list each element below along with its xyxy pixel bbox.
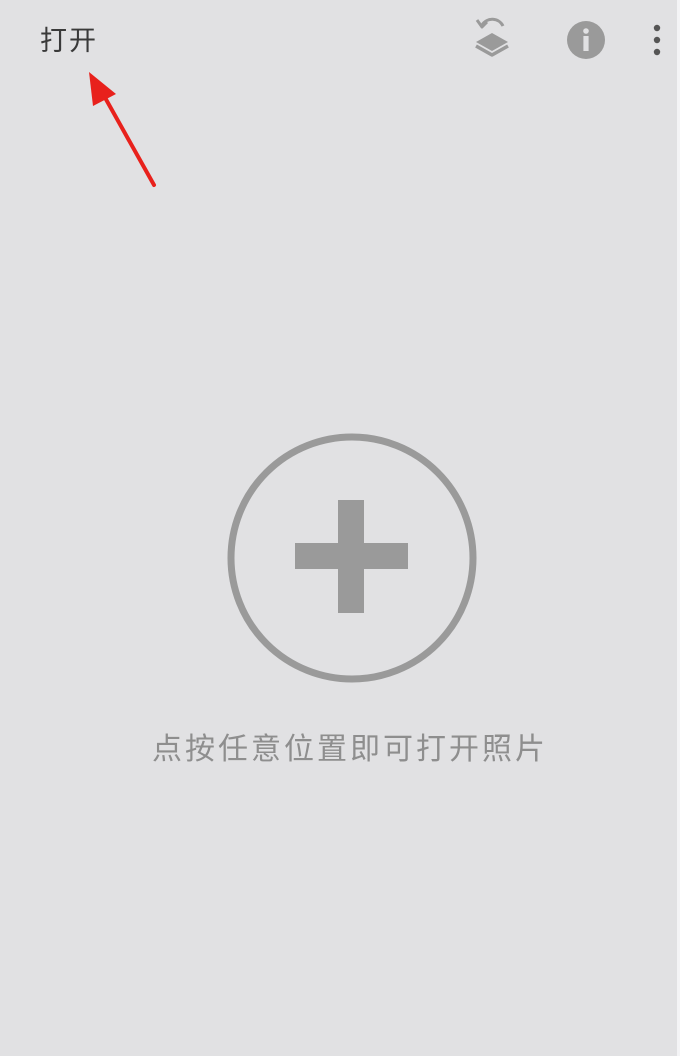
add-circle-icon bbox=[227, 433, 477, 683]
layers-undo-icon bbox=[475, 17, 509, 57]
open-button[interactable]: 打开 bbox=[36, 20, 102, 64]
open-photo-area[interactable]: 点按任意位置即可打开照片 bbox=[0, 84, 677, 1056]
info-button[interactable] bbox=[562, 16, 610, 64]
open-photo-hint: 点按任意位置即可打开照片 bbox=[152, 732, 548, 767]
snapseed-home-screen: 打开 点按任意位置即可打开照片 bbox=[0, 0, 680, 1056]
more-vertical-icon bbox=[653, 24, 661, 56]
layers-undo-button[interactable] bbox=[468, 14, 516, 66]
more-options-button[interactable] bbox=[644, 16, 670, 64]
info-icon bbox=[567, 21, 605, 59]
top-app-bar: 打开 bbox=[0, 0, 680, 84]
